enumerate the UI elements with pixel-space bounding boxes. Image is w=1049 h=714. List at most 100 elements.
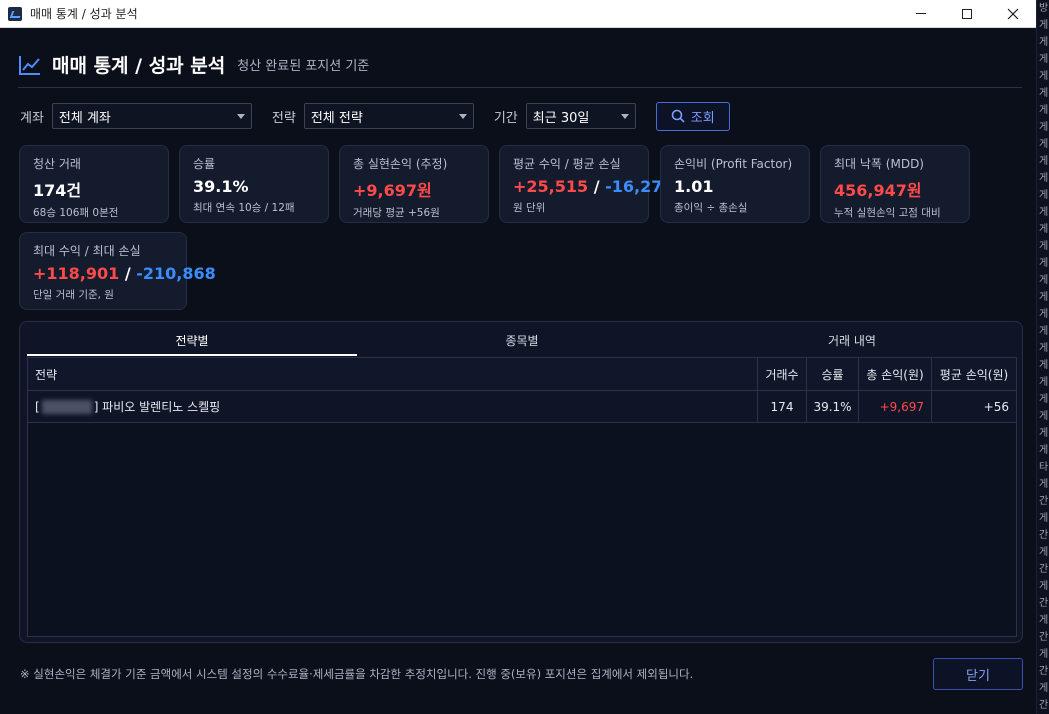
- cell-trades: 174: [758, 391, 807, 422]
- max-loss-value: -210,868: [136, 264, 216, 283]
- close-button[interactable]: 닫기: [933, 658, 1023, 690]
- page-title: 매매 통계 / 성과 분석: [52, 55, 226, 77]
- background-strip-char: 간: [1039, 666, 1049, 677]
- card-total-pnl: 총 실현손익 (추정) +9,697원 거래당 평균 +56원: [339, 145, 489, 223]
- background-strip-char: 게: [1039, 241, 1049, 252]
- card-value: +9,697원: [353, 181, 432, 200]
- card-value: 1.01: [674, 177, 714, 196]
- background-strip-char: 게: [1039, 581, 1049, 592]
- chevron-down-icon: [620, 114, 629, 119]
- background-strip-char: 게: [1039, 207, 1049, 218]
- card-sub: 원 단위: [513, 202, 546, 214]
- close-window-button[interactable]: [990, 0, 1036, 28]
- card-value: +118,901 / -210,868: [33, 264, 216, 283]
- background-strip-char: 게: [1039, 377, 1049, 388]
- background-strip-char: 게: [1039, 37, 1049, 48]
- background-strip-char: 타: [1039, 462, 1049, 473]
- period-select[interactable]: 최근 30일: [525, 103, 636, 129]
- column-header-total-pnl[interactable]: 총 손익(원): [859, 358, 932, 390]
- background-strip-char: 게: [1039, 190, 1049, 201]
- column-header-trades[interactable]: 거래수: [758, 358, 807, 390]
- strategy-select[interactable]: 전체 전략: [303, 103, 474, 129]
- search-button[interactable]: 조회: [655, 101, 730, 131]
- account-select-value: 전체 계좌: [58, 110, 111, 126]
- background-strip-char: 게: [1039, 394, 1049, 405]
- card-sub: 68승 106패 0본전: [33, 207, 119, 219]
- background-strip-char: 게: [1039, 513, 1049, 524]
- tab-by-symbol[interactable]: 종목별: [357, 326, 687, 356]
- card-win-rate: 승률 39.1% 최대 연속 10승 / 12패: [179, 145, 329, 223]
- background-strip-char: 게: [1039, 88, 1049, 99]
- background-strip-char: 게: [1039, 411, 1049, 422]
- tab-trade-history[interactable]: 거래 내역: [687, 326, 1017, 356]
- background-strip-char: 게: [1039, 683, 1049, 694]
- period-label: 기간: [493, 110, 518, 126]
- background-strip-char: 간: [1039, 564, 1049, 575]
- maximize-button[interactable]: [944, 0, 990, 28]
- table-header: 전략 거래수 승률 총 손익(원) 평균 손익(원): [28, 358, 1016, 391]
- card-mdd: 최대 낙폭 (MDD) 456,947원 누적 실현손익 고점 대비: [820, 145, 970, 223]
- background-strip-char: 게: [1039, 173, 1049, 184]
- footer-note: ※ 실현손익은 체결가 기준 금액에서 시스템 설정의 수수료율·제세금률을 차…: [20, 667, 694, 681]
- redacted-text: [41, 399, 92, 414]
- chevron-down-icon: [458, 114, 467, 119]
- analysis-panel: 전략별 종목별 거래 내역 전략 거래수 승률 총 손익(원) 평균 손익(원)…: [19, 321, 1023, 643]
- card-sub: 누적 실현손익 고점 대비: [834, 207, 941, 219]
- card-avg-win-loss: 평균 수익 / 평균 손실 +25,515 / -16,277 원 단위: [499, 145, 674, 223]
- column-header-win-rate[interactable]: 승률: [807, 358, 859, 390]
- background-strip-char: 게: [1039, 20, 1049, 31]
- window-controls: [898, 0, 1036, 28]
- maximize-icon: [962, 8, 972, 19]
- search-icon: [671, 109, 685, 123]
- card-label: 청산 거래: [33, 157, 81, 171]
- account-label: 계좌: [20, 110, 44, 126]
- strategy-table: 전략 거래수 승률 총 손익(원) 평균 손익(원) [] 파비오 발렌티노 스…: [27, 357, 1017, 637]
- filter-bar: 계좌 전체 계좌 전략 전체 전략 기간 최근 30일 조회: [20, 101, 730, 131]
- background-strip-char: 게: [1039, 547, 1049, 558]
- background-strip-char: 게: [1039, 445, 1049, 456]
- card-label: 최대 수익 / 최대 손실: [33, 244, 141, 258]
- card-label: 승률: [193, 157, 216, 171]
- background-strip-char: 게: [1039, 54, 1049, 65]
- cell-total-pnl: +9,697: [859, 391, 932, 422]
- background-strip-char: 방: [1039, 3, 1049, 14]
- period-select-value: 최근 30일: [532, 110, 590, 126]
- window-title: 매매 통계 / 성과 분석: [30, 7, 138, 21]
- strategy-name: ] 파비오 발렌티노 스켈핑: [93, 400, 221, 414]
- column-header-avg-pnl[interactable]: 평균 손익(원): [932, 358, 1016, 390]
- minimize-button[interactable]: [898, 0, 944, 28]
- column-header-strategy[interactable]: 전략: [28, 358, 758, 390]
- card-profit-factor: 손익비 (Profit Factor) 1.01 총이익 ÷ 총손실: [660, 145, 810, 223]
- background-strip-char: 게: [1039, 224, 1049, 235]
- background-strip-char: 게: [1039, 71, 1049, 82]
- background-strip-char: 게: [1039, 479, 1049, 490]
- tab-by-strategy[interactable]: 전략별: [27, 326, 357, 356]
- table-row[interactable]: [] 파비오 발렌티노 스켈핑 174 39.1% +9,697 +56: [28, 391, 1016, 423]
- page-subtitle: 청산 완료된 포지션 기준: [237, 59, 370, 74]
- avg-win-value: +25,515: [513, 177, 589, 196]
- cell-win-rate: 39.1%: [807, 391, 859, 422]
- account-select[interactable]: 전체 계좌: [51, 103, 252, 129]
- background-strip-char: 간: [1039, 700, 1049, 711]
- background-strip-char: 게: [1039, 326, 1049, 337]
- background-strip-char: 게: [1039, 615, 1049, 626]
- background-strip-char: 간: [1039, 598, 1049, 609]
- background-strip-char: 게: [1039, 292, 1049, 303]
- background-strip-char: 게: [1039, 105, 1049, 116]
- cell-strategy: [] 파비오 발렌티노 스켈핑: [28, 391, 758, 422]
- chevron-down-icon: [236, 114, 245, 119]
- background-strip-char: 게: [1039, 343, 1049, 354]
- background-strip-char: 게: [1039, 428, 1049, 439]
- background-strip-char: 게: [1039, 139, 1049, 150]
- card-sub: 단일 거래 기준, 원: [33, 289, 114, 301]
- close-icon: [1007, 8, 1019, 19]
- background-strip-char: 게: [1039, 122, 1049, 133]
- value-separator: /: [588, 177, 606, 196]
- card-label: 평균 수익 / 평균 손실: [513, 157, 621, 171]
- strategy-select-value: 전체 전략: [310, 110, 363, 126]
- card-sub: 최대 연속 10승 / 12패: [193, 202, 295, 214]
- card-value: +25,515 / -16,277: [513, 177, 674, 196]
- background-strip-char: 게: [1039, 649, 1049, 660]
- line-chart-icon: [19, 55, 40, 75]
- background-strip-char: 게: [1039, 360, 1049, 371]
